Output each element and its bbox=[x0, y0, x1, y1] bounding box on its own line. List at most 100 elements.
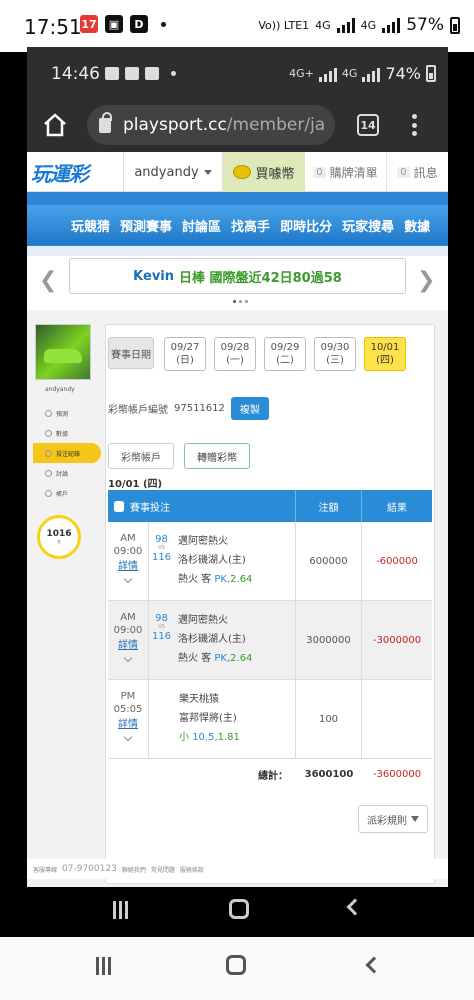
sidebar-item-bet-records[interactable]: 投注紀錄 bbox=[33, 443, 101, 463]
chevron-down-icon[interactable] bbox=[123, 653, 133, 663]
footer-link-faq[interactable]: 常見問題 bbox=[151, 865, 175, 874]
copy-button[interactable]: 複製 bbox=[230, 397, 269, 420]
row-ampm: AM bbox=[120, 612, 136, 623]
back-icon[interactable] bbox=[365, 956, 383, 974]
row-time: 05:05 bbox=[113, 704, 143, 715]
sidebar-username: andyandy bbox=[45, 386, 75, 393]
sidebar-item-account[interactable]: 帳戶 bbox=[33, 483, 101, 503]
header-amount: 注額 bbox=[296, 490, 362, 522]
selected-date: 10/01 (四) bbox=[108, 479, 163, 490]
recent-apps-icon[interactable] bbox=[96, 957, 114, 975]
nav-item-player-search[interactable]: 玩家搜尋 bbox=[342, 216, 394, 235]
footer-link-contact[interactable]: 聯絡我們 bbox=[122, 865, 146, 874]
account-icon bbox=[45, 489, 52, 497]
url-path: /member/ja bbox=[226, 115, 326, 135]
carousel-next-icon[interactable]: ❯ bbox=[417, 268, 435, 293]
score-home: 116 bbox=[151, 631, 172, 642]
team-home: 富邦悍將(主) bbox=[179, 713, 237, 724]
browser-menu-icon[interactable] bbox=[409, 111, 419, 139]
coin-icon bbox=[233, 165, 252, 179]
inner-network-2: 4G bbox=[341, 67, 358, 80]
chevron-down-icon bbox=[203, 169, 212, 175]
row-time: 09:00 bbox=[113, 625, 143, 636]
score-home: 116 bbox=[151, 552, 172, 563]
table-row: AM 09:00 詳情 98 VS 116 邁阿密熱火 洛杉磯湖人(主) 熱火 客 PK… bbox=[108, 601, 432, 680]
address-bar[interactable]: playsport.cc /member/ja bbox=[87, 105, 335, 145]
inner-screenshot: 14:46 4G+ 4G 74% playsport.cc /member/ja… bbox=[27, 47, 448, 887]
nav-item-experts[interactable]: 找高手 bbox=[231, 216, 270, 235]
detail-link[interactable]: 詳情 bbox=[118, 639, 138, 652]
chevron-down-icon[interactable] bbox=[123, 574, 133, 584]
nav-item-predict[interactable]: 預測賽事 bbox=[120, 216, 172, 235]
sidebar-item-predict[interactable]: 預測 bbox=[33, 403, 101, 423]
inner-signal-icon bbox=[318, 66, 337, 82]
rank-badge[interactable]: 1016 名 bbox=[37, 515, 81, 559]
bet-pick: 小 10.5,1.81 bbox=[179, 732, 240, 743]
team-away: 樂天桃猿 bbox=[179, 694, 219, 705]
triangle-down-icon bbox=[411, 816, 419, 822]
home-button-icon[interactable] bbox=[229, 899, 249, 919]
total-label: 總計： bbox=[258, 770, 288, 782]
banner-text: 日棒 國際盤近42日80過58 bbox=[179, 270, 342, 286]
date-button[interactable]: 09/28 (一) bbox=[214, 337, 256, 371]
bet-pick: 熱火 客 PK,2.64 bbox=[178, 574, 253, 585]
nav-item-stats[interactable]: 數據 bbox=[404, 216, 430, 235]
site-logo[interactable]: 玩運彩 bbox=[31, 158, 89, 187]
table-header: 賽事投注 注額 結果 bbox=[108, 490, 432, 522]
banner-carousel: ❮ Kevin 日棒 國際盤近42日80過58 ❯ bbox=[27, 256, 448, 310]
shop-icon bbox=[145, 67, 159, 80]
stats-icon bbox=[45, 429, 52, 437]
tab-transfer-coins[interactable]: 轉贈彩幣 bbox=[184, 443, 250, 469]
sidebar-item-discuss[interactable]: 討論 bbox=[33, 463, 101, 483]
hotline-phone: 07-9700123 bbox=[62, 864, 117, 874]
header-result: 結果 bbox=[387, 502, 407, 514]
date-button[interactable]: 09/27 (日) bbox=[164, 337, 206, 371]
chevron-down-icon[interactable] bbox=[123, 732, 133, 742]
bet-pick: 熱火 客 PK,2.64 bbox=[178, 653, 253, 664]
more-icon bbox=[171, 71, 176, 76]
user-menu[interactable]: andyandy bbox=[123, 152, 223, 192]
member-sidebar: andyandy 預測 數據 投注紀錄 討論 帳戶 1016 名 bbox=[33, 324, 101, 594]
inner-battery-icon bbox=[426, 65, 436, 82]
footer-link-terms[interactable]: 服務條款 bbox=[180, 865, 204, 874]
battery-percent: 57% bbox=[406, 15, 444, 35]
carousel-prev-icon[interactable]: ❮ bbox=[39, 268, 57, 293]
tab-coin-account[interactable]: 彩幣帳戶 bbox=[108, 443, 174, 469]
cart-button[interactable]: 0 購牌清單 bbox=[305, 152, 387, 192]
home-icon[interactable] bbox=[41, 111, 69, 139]
signal-icon bbox=[336, 17, 355, 33]
vs-label: VS bbox=[158, 545, 165, 551]
discuss-icon bbox=[45, 469, 52, 477]
table-row: AM 09:00 詳情 98 VS 116 邁阿密熱火 洛杉磯湖人(主) 熱火 客 PK… bbox=[108, 522, 432, 601]
back-icon[interactable] bbox=[346, 898, 364, 916]
tab-switcher-button[interactable]: 14 bbox=[357, 114, 379, 136]
date-button[interactable]: 09/30 (三) bbox=[314, 337, 356, 371]
payout-rules-button[interactable]: 派彩規則 bbox=[358, 805, 428, 833]
buy-coins-button[interactable]: 買噱幣 bbox=[223, 152, 305, 192]
home-button-icon[interactable] bbox=[226, 955, 246, 975]
app-icon bbox=[125, 67, 139, 80]
detail-link[interactable]: 詳情 bbox=[118, 560, 138, 573]
sidebar-menu: 預測 數據 投注紀錄 討論 帳戶 bbox=[33, 403, 101, 503]
avatar[interactable] bbox=[35, 324, 91, 380]
sidebar-item-stats[interactable]: 數據 bbox=[33, 423, 101, 443]
detail-link[interactable]: 詳情 bbox=[118, 718, 138, 731]
date-selector: 賽事日期 09/27 (日) 09/28 (一) 09/29 (二) 09/30 (三)… bbox=[106, 337, 436, 373]
outer-status-bar: 17:51 17 ▣ D Vo)) LTE1 4G 4G 57% bbox=[0, 0, 474, 52]
date-button-active[interactable]: 10/01 (四) bbox=[364, 337, 406, 371]
nav-item-forum[interactable]: 討論區 bbox=[182, 216, 221, 235]
bet-result: -3000000 bbox=[372, 634, 422, 646]
nav-item-guess[interactable]: 玩競猜 bbox=[71, 216, 110, 235]
document-icon: D bbox=[130, 15, 148, 33]
battery-icon bbox=[450, 16, 460, 34]
score-away: 98 bbox=[155, 534, 168, 545]
cart-count: 0 bbox=[313, 166, 326, 178]
total-amount: 3600100 bbox=[304, 768, 354, 780]
banner-item[interactable]: Kevin 日棒 國際盤近42日80過58 bbox=[69, 258, 406, 294]
image-icon bbox=[105, 67, 119, 80]
date-button[interactable]: 09/29 (二) bbox=[264, 337, 306, 371]
recent-apps-icon[interactable] bbox=[113, 901, 131, 919]
table-total-row: 總計： 3600100 -3600000 bbox=[108, 759, 432, 789]
nav-item-livescore[interactable]: 即時比分 bbox=[280, 216, 332, 235]
messages-button[interactable]: 0 訊息 bbox=[387, 152, 448, 192]
